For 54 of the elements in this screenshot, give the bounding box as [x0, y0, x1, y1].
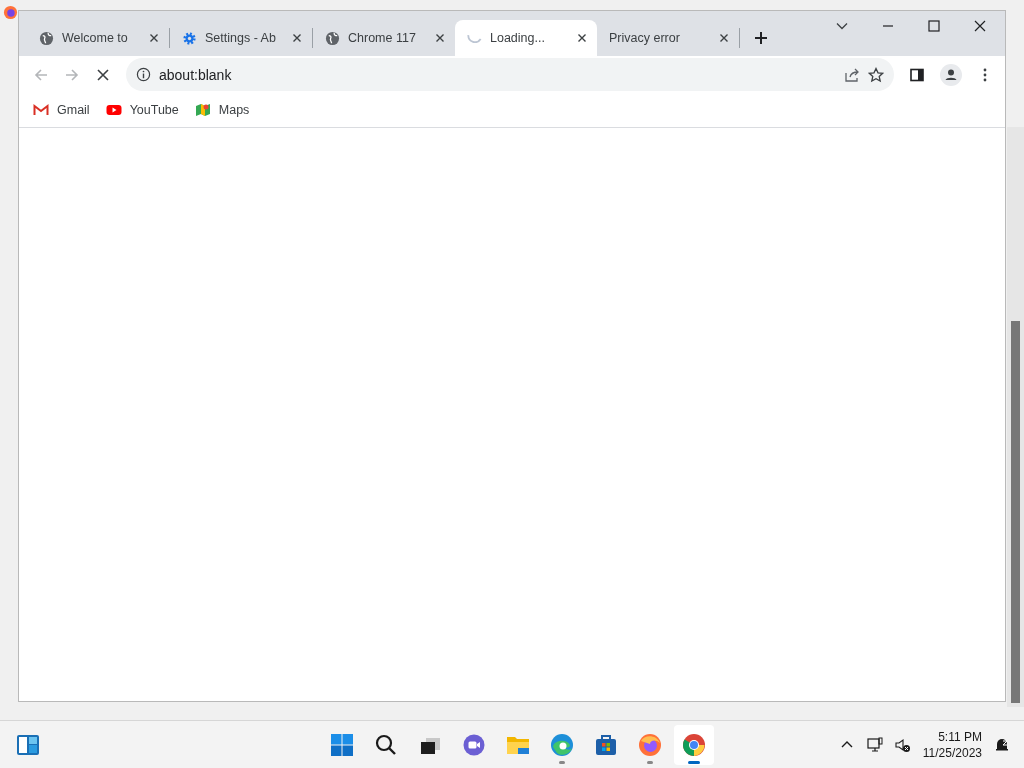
share-icon[interactable]: [844, 66, 860, 83]
close-icon[interactable]: [973, 19, 987, 33]
firefox-icon: [638, 733, 662, 757]
tab-title: Privacy error: [609, 31, 681, 45]
mail-icon: [33, 102, 49, 118]
clock-time: 5:11 PM: [938, 729, 982, 745]
close-icon[interactable]: [149, 33, 159, 43]
clock-date: 11/25/2023: [922, 745, 982, 761]
edge-icon: [550, 733, 574, 757]
video-chat-icon: [462, 733, 486, 757]
windows-logo-icon: [330, 733, 354, 757]
close-icon[interactable]: [292, 33, 302, 43]
maximize-icon[interactable]: [927, 19, 941, 33]
running-indicator: [647, 761, 653, 764]
url-text: about:blank: [159, 66, 232, 83]
store-bag-icon: [594, 733, 618, 757]
browser-tab[interactable]: Loading...: [455, 20, 597, 56]
tab-title: Welcome to: [62, 31, 129, 45]
browser-tab[interactable]: Welcome to: [27, 20, 169, 56]
close-icon[interactable]: [719, 33, 729, 43]
chrome-icon: [682, 733, 706, 757]
side-panel-icon[interactable]: [909, 66, 925, 83]
close-icon[interactable]: [435, 33, 445, 43]
info-icon: [136, 67, 151, 82]
globe-icon: [39, 30, 54, 46]
widgets-icon[interactable]: [16, 733, 40, 757]
loading-spinner-icon: [467, 33, 482, 43]
play-icon: [105, 102, 122, 118]
map-pin-icon: [194, 102, 211, 118]
profile-avatar-icon[interactable]: [940, 63, 962, 86]
globe-icon: [325, 30, 340, 46]
running-indicator: [559, 761, 565, 764]
search-icon: [374, 733, 398, 757]
address-bar[interactable]: about:blank: [126, 58, 894, 91]
running-indicator: [688, 761, 700, 764]
clock[interactable]: 5:11 PM 11/25/2023: [922, 729, 982, 761]
tab-title: Settings - Ab: [205, 31, 277, 45]
close-icon[interactable]: [577, 33, 587, 43]
notification-bell-icon[interactable]: [994, 737, 1010, 753]
tab-title: Chrome 117: [348, 31, 417, 45]
muted-speaker-icon[interactable]: [894, 737, 911, 753]
browser-tab[interactable]: Settings - Ab: [170, 20, 312, 56]
network-monitor-icon[interactable]: [866, 737, 883, 753]
star-icon[interactable]: [868, 66, 884, 83]
browser-tab[interactable]: Chrome 117: [313, 20, 455, 56]
browser-tab[interactable]: Privacy error: [597, 20, 739, 56]
gear-icon: [182, 30, 197, 46]
bookmark[interactable]: YouTube: [105, 102, 179, 118]
bookmark[interactable]: Gmail: [33, 102, 90, 118]
bookmark[interactable]: Maps: [194, 102, 250, 118]
stop-icon[interactable]: [95, 66, 111, 83]
firefox-icon: [3, 5, 18, 20]
tab-title: Loading...: [490, 31, 546, 45]
new-tab-icon[interactable]: [754, 31, 768, 45]
